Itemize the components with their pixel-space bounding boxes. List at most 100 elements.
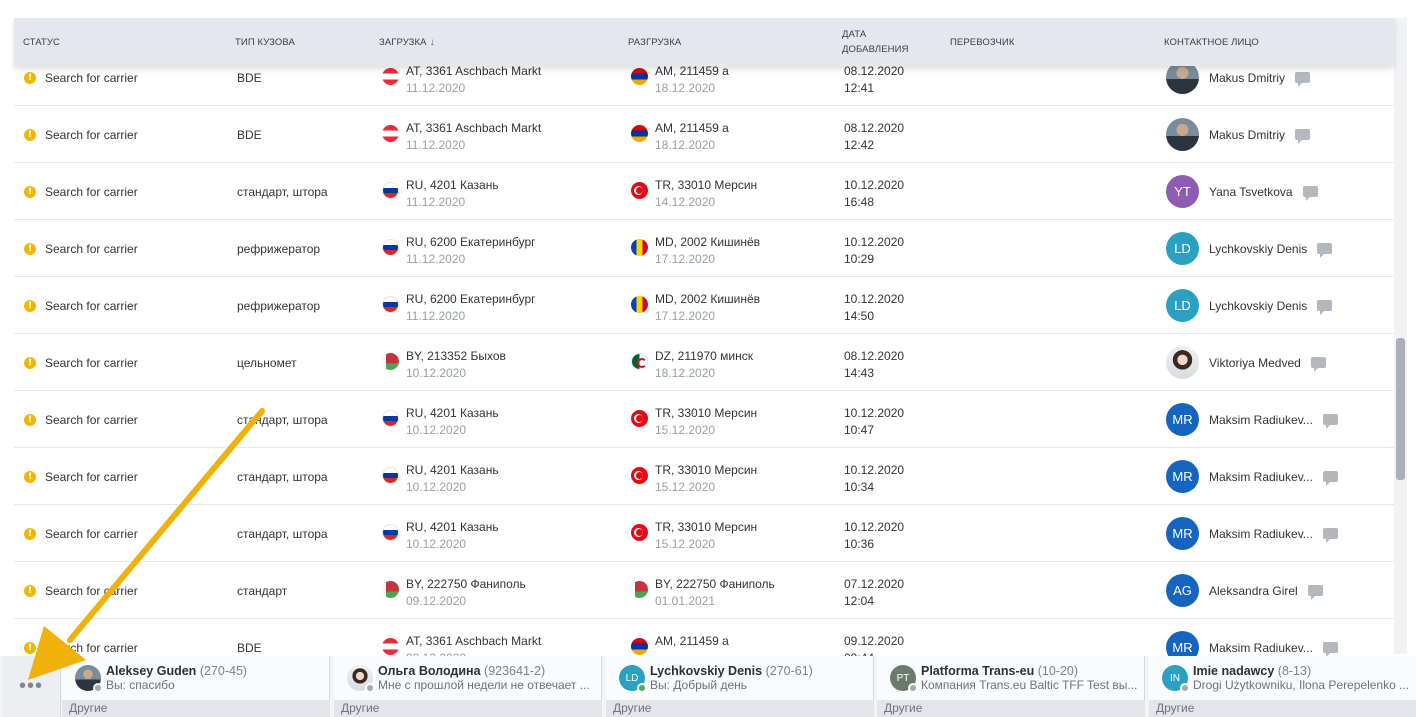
date-added-date: 10.12.2020 — [844, 292, 905, 306]
date-added: 10.12.2020 10:47 — [844, 405, 904, 439]
table-row[interactable]: ! Search for carrier стандарт, штора RU,… — [14, 448, 1394, 505]
body-type-text: BDE — [237, 641, 262, 655]
chat-id: (270-61) — [765, 664, 813, 678]
chat-icon[interactable] — [1307, 585, 1323, 600]
column-header-body-type[interactable]: Тип кузова — [235, 18, 295, 66]
flag-am-icon — [631, 125, 648, 142]
contact-person[interactable]: Viktoriya Medved — [1166, 346, 1326, 379]
contact-person[interactable]: LD Lychkovskiy Denis — [1166, 232, 1333, 265]
contact-person[interactable]: YT Yana Tsvetkova — [1166, 175, 1318, 208]
contact-name[interactable]: Maksim Radiukev... — [1209, 641, 1313, 655]
column-header-status[interactable]: Статус — [23, 18, 60, 66]
column-header-unloading[interactable]: Разгрузка — [628, 18, 681, 66]
loading-city: AT, 3361 Aschbach Markt — [406, 121, 542, 135]
chat-icon[interactable] — [1322, 414, 1338, 429]
chat-tab[interactable]: IN Imie nadawcy (8-13) Drogi Użytkowniku… — [1149, 656, 1416, 717]
contact-name[interactable]: Makus Dmitriy — [1209, 128, 1285, 142]
chat-icon[interactable] — [1317, 243, 1333, 258]
contact-name[interactable]: Yana Tsvetkova — [1209, 185, 1293, 199]
warning-icon: ! — [24, 186, 36, 198]
table-row[interactable]: ! Search for carrier стандарт, штора RU,… — [14, 391, 1394, 448]
contact-name[interactable]: Lychkovskiy Denis — [1209, 299, 1307, 313]
contact-person[interactable]: Makus Dmitriy — [1166, 118, 1311, 151]
chat-icon[interactable] — [1317, 300, 1333, 315]
scrollbar-thumb[interactable] — [1396, 338, 1405, 480]
unloading-date: 14.12.2020 — [655, 195, 716, 209]
chat-tab-footer[interactable]: Другие — [606, 700, 874, 717]
chat-tab[interactable]: Ольга Володина (923641-2) Мне с прошлой … — [334, 656, 602, 717]
column-header-label: Статус — [23, 36, 60, 48]
body-type-text: цельномет — [237, 356, 297, 370]
more-chats-button[interactable]: ••• — [2, 656, 61, 717]
chat-tab-footer[interactable]: Другие — [334, 700, 602, 717]
column-header-contact[interactable]: Контактное лицо — [1164, 18, 1259, 66]
table-row[interactable]: ! Search for carrier рефрижератор RU, 62… — [14, 220, 1394, 277]
table-row[interactable]: ! Search for carrier рефрижератор RU, 62… — [14, 277, 1394, 334]
contact-name[interactable]: Maksim Radiukev... — [1209, 413, 1313, 427]
status-text: Search for carrier — [45, 71, 138, 85]
unloading-date: 18.12.2020 — [655, 138, 716, 152]
contact-person[interactable]: MR Maksim Radiukev... — [1166, 403, 1338, 436]
status-text: Search for carrier — [45, 242, 138, 256]
chat-tab-main[interactable]: LD Lychkovskiy Denis (270-61) Вы: Добрый… — [606, 656, 874, 700]
chat-tab-main[interactable]: IN Imie nadawcy (8-13) Drogi Użytkowniku… — [1149, 656, 1416, 700]
loading-location: AT, 3361 Aschbach Markt 11.12.2020 — [382, 120, 541, 154]
chat-tab[interactable]: Aleksey Guden (270-45) Вы: спасибо Други… — [62, 656, 330, 717]
loading-location: RU, 6200 Екатеринбург 11.12.2020 — [382, 291, 536, 325]
unloading-city: TR, 33010 Мерсин — [655, 406, 758, 420]
column-header-date-added[interactable]: Дата добавления — [842, 18, 909, 66]
column-header-label: Контактное лицо — [1164, 36, 1259, 48]
chat-tab[interactable]: PT Platforma Trans-eu (10-20) Компания T… — [877, 656, 1145, 717]
column-header-label: Дата — [842, 29, 867, 40]
table-row[interactable]: ! Search for carrier стандарт BY, 222750… — [14, 562, 1394, 619]
chat-icon[interactable] — [1295, 129, 1311, 144]
contact-person[interactable]: MR Maksim Radiukev... — [1166, 460, 1338, 493]
contact-name[interactable]: Viktoriya Medved — [1209, 356, 1301, 370]
date-added: 08.12.2020 14:43 — [844, 348, 904, 382]
contact-person[interactable]: AG Aleksandra Girel — [1166, 574, 1323, 607]
unloading-location: TR, 33010 Мерсин 14.12.2020 — [631, 177, 757, 211]
warning-icon: ! — [24, 528, 36, 540]
warning-icon: ! — [24, 357, 36, 369]
column-header-carrier[interactable]: Перевозчик — [950, 18, 1014, 66]
chat-tab-footer[interactable]: Другие — [62, 700, 330, 717]
contact-name[interactable]: Lychkovskiy Denis — [1209, 242, 1307, 256]
date-added-date: 10.12.2020 — [844, 235, 905, 249]
vertical-scrollbar[interactable] — [1394, 18, 1407, 654]
table-row[interactable]: ! Search for carrier стандарт, штора RU,… — [14, 505, 1394, 562]
contact-person[interactable]: LD Lychkovskiy Denis — [1166, 289, 1333, 322]
contact-person[interactable]: MR Maksim Radiukev... — [1166, 517, 1338, 550]
avatar-initials: LD — [625, 672, 639, 684]
avatar: LD — [1166, 289, 1199, 322]
status-cell: ! Search for carrier — [24, 584, 138, 598]
table-row[interactable]: ! Search for carrier BDE AT, 3361 Aschba… — [14, 106, 1394, 163]
chat-tab-main[interactable]: Aleksey Guden (270-45) Вы: спасибо — [62, 656, 330, 700]
flag-by-icon — [382, 581, 399, 598]
chat-tab-footer[interactable]: Другие — [877, 700, 1145, 717]
table-row[interactable]: ! Search for carrier цельномет BY, 21335… — [14, 334, 1394, 391]
chat-icon[interactable] — [1295, 72, 1311, 87]
table-header: Статус Тип кузова Загрузка ↓ Разгрузка Да… — [14, 18, 1394, 66]
status-text: Search for carrier — [45, 641, 138, 655]
status-text: Search for carrier — [45, 185, 138, 199]
chat-icon[interactable] — [1322, 642, 1338, 657]
chat-tab[interactable]: LD Lychkovskiy Denis (270-61) Вы: Добрый… — [606, 656, 874, 717]
column-header-loading[interactable]: Загрузка ↓ — [379, 18, 435, 66]
loading-city: RU, 4201 Казань — [406, 178, 499, 192]
status-text: Search for carrier — [45, 356, 138, 370]
contact-name[interactable]: Maksim Radiukev... — [1209, 470, 1313, 484]
chat-icon[interactable] — [1302, 186, 1318, 201]
chat-name: Ольга Володина — [378, 664, 481, 678]
chat-name: Imie nadawcy — [1193, 664, 1275, 678]
chat-tab-footer[interactable]: Другие — [1149, 700, 1416, 717]
chat-icon[interactable] — [1322, 471, 1338, 486]
chat-tab-main[interactable]: Ольга Володина (923641-2) Мне с прошлой … — [334, 656, 602, 700]
chat-icon[interactable] — [1310, 357, 1326, 372]
contact-name[interactable]: Aleksandra Girel — [1209, 584, 1298, 598]
table-row[interactable]: ! Search for carrier стандарт, штора RU,… — [14, 163, 1394, 220]
contact-name[interactable]: Makus Dmitriy — [1209, 71, 1285, 85]
chat-icon[interactable] — [1322, 528, 1338, 543]
chat-tab-main[interactable]: PT Platforma Trans-eu (10-20) Компания T… — [877, 656, 1145, 700]
unloading-location: MD, 2002 Кишинёв 17.12.2020 — [631, 234, 760, 268]
contact-name[interactable]: Maksim Radiukev... — [1209, 527, 1313, 541]
